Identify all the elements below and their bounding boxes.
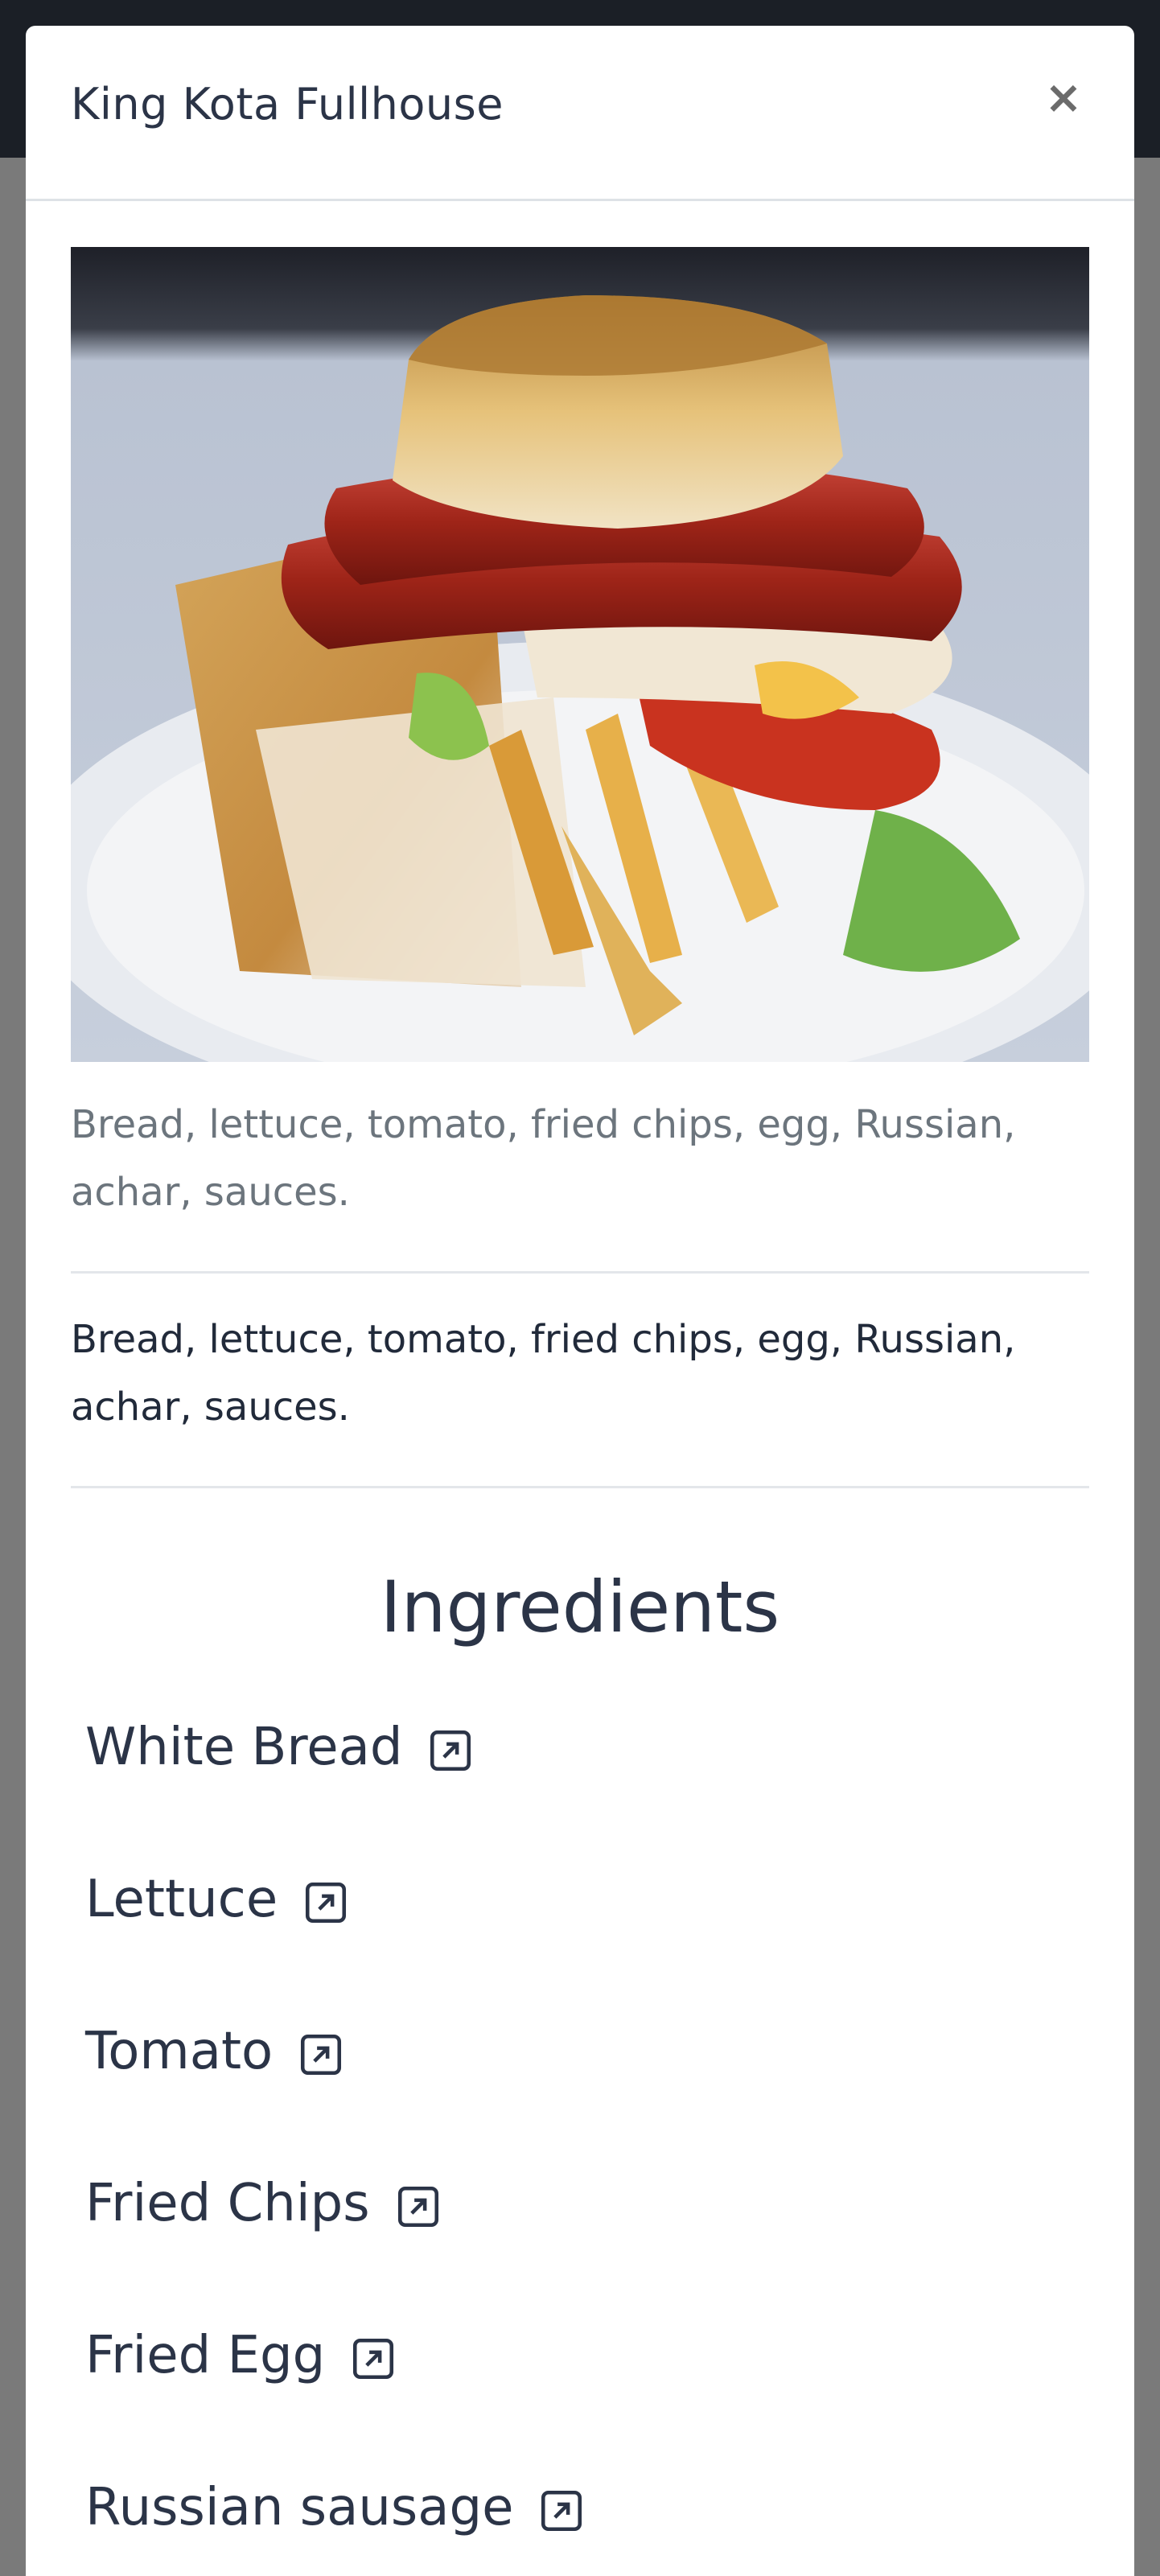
modal-body: Bread, lettuce, tomato, fried chips, egg…: [71, 247, 1089, 2576]
list-item: Fried Chips: [85, 2171, 1089, 2323]
description-text: Bread, lettuce, tomato, fried chips, egg…: [71, 1317, 1016, 1430]
external-link-icon: [306, 1882, 347, 1924]
ingredient-link-white-bread[interactable]: White Bread: [85, 1715, 471, 1780]
ingredient-link-fried-egg[interactable]: Fried Egg: [85, 2323, 394, 2388]
ingredient-link-fried-chips[interactable]: Fried Chips: [85, 2171, 439, 2236]
ingredient-label: White Bread: [85, 1718, 403, 1777]
external-link-icon: [541, 2490, 582, 2532]
modal-header: King Kota Fullhouse ×: [26, 26, 1134, 201]
food-image: [71, 247, 1089, 1062]
ingredient-label: Fried Chips: [85, 2174, 370, 2233]
external-link-icon: [430, 1730, 471, 1772]
external-link-icon: [397, 2186, 438, 2228]
ingredient-label: Russian sausage: [85, 2478, 514, 2537]
ingredient-link-russian-sausage[interactable]: Russian sausage: [85, 2475, 582, 2540]
ingredient-label: Tomato: [85, 2022, 274, 2081]
list-item: Russian sausage: [85, 2475, 1089, 2576]
list-item: Fried Egg: [85, 2323, 1089, 2475]
ingredient-link-tomato[interactable]: Tomato: [85, 2019, 342, 2084]
divider: [71, 1486, 1089, 1488]
ingredient-link-lettuce[interactable]: Lettuce: [85, 1867, 347, 1932]
divider: [71, 1271, 1089, 1274]
modal-dialog: King Kota Fullhouse × Bread, lettuce, to…: [26, 26, 1134, 2576]
list-item: Tomato: [85, 2019, 1089, 2171]
ingredients-heading: Ingredients: [380, 1566, 780, 1648]
ingredient-list: White Bread Lettuce Tomato Fried Chips F…: [71, 1715, 1089, 2576]
list-item: White Bread: [85, 1715, 1089, 1867]
image-caption: Bread, lettuce, tomato, fried chips, egg…: [71, 1102, 1016, 1215]
list-item: Lettuce: [85, 1867, 1089, 2019]
external-link-icon: [301, 2034, 342, 2076]
external-link-icon: [353, 2338, 394, 2380]
ingredient-label: Fried Egg: [85, 2326, 326, 2385]
close-button[interactable]: ×: [1039, 74, 1088, 122]
ingredient-label: Lettuce: [85, 1870, 278, 1929]
modal-title: King Kota Fullhouse: [71, 79, 504, 130]
